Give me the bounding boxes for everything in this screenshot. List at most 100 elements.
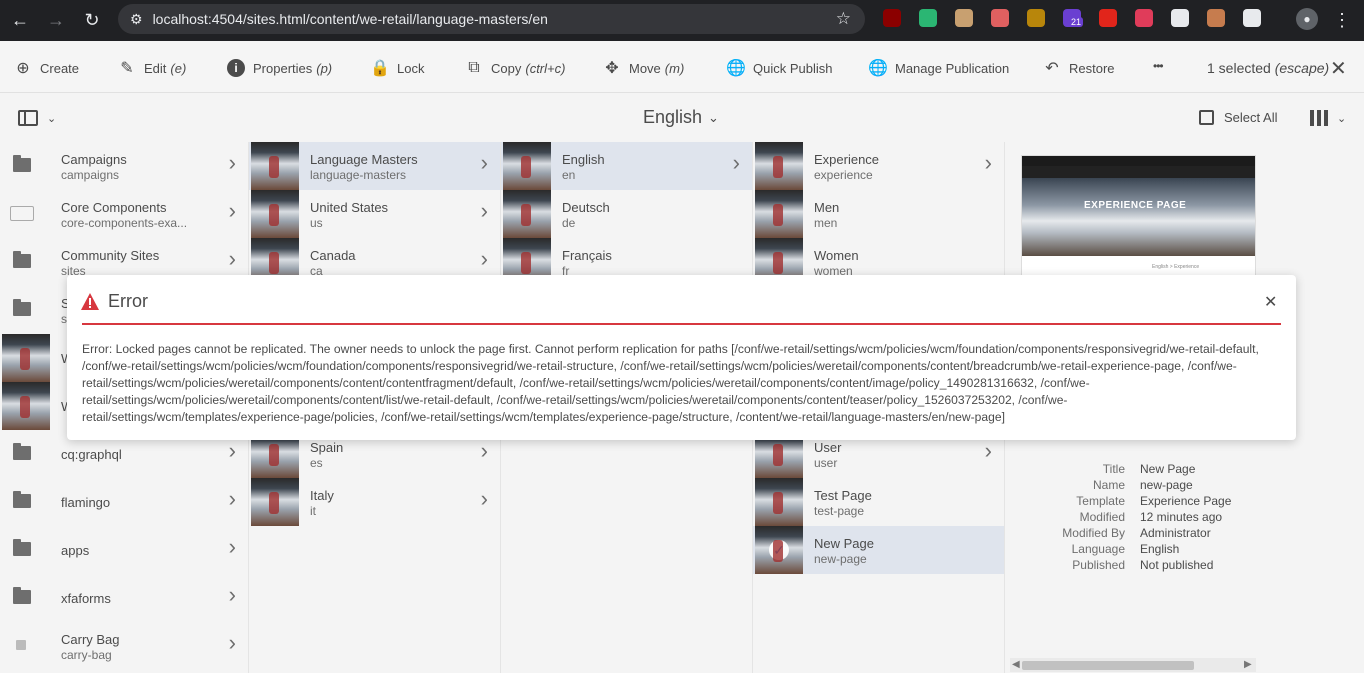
- meta-key: Template: [1076, 494, 1125, 508]
- site-info-icon[interactable]: ⚙: [130, 11, 143, 28]
- dialog-close-icon[interactable]: ✕: [1264, 292, 1277, 312]
- chevron-right-icon[interactable]: ›: [229, 438, 236, 464]
- chevron-right-icon[interactable]: ›: [733, 150, 740, 176]
- item-name: men: [814, 216, 838, 230]
- chevron-right-icon[interactable]: ›: [481, 486, 488, 512]
- item-name: test-page: [814, 504, 865, 518]
- list-item[interactable]: Carry Bag carry-bag ›: [0, 622, 248, 670]
- item-title: Carry Bag: [61, 632, 120, 647]
- pencil-icon: ✎: [120, 60, 134, 77]
- chevron-right-icon[interactable]: ›: [481, 438, 488, 464]
- puzzle-ext-icon[interactable]: [1243, 9, 1261, 27]
- chevron-right-icon[interactable]: ›: [481, 198, 488, 224]
- list-item[interactable]: apps ›: [0, 526, 248, 574]
- circle-ext-icon[interactable]: [1171, 9, 1189, 27]
- view-switcher-chevron-down-icon[interactable]: ⌄: [1337, 112, 1346, 125]
- owl-ext-icon[interactable]: [955, 9, 973, 27]
- list-item[interactable]: Core Components core-components-exa... ›: [0, 190, 248, 238]
- properties-button[interactable]: i Properties (p): [227, 59, 332, 77]
- extension-badge: 21: [1069, 17, 1084, 27]
- clear-selection-close-icon[interactable]: ✕: [1330, 56, 1347, 81]
- forward-arrow-icon[interactable]: →: [44, 8, 68, 32]
- browser-toolbar: ← → ↻ ⚙ localhost:4504/sites.html/conten…: [0, 0, 1364, 41]
- move-button[interactable]: ✥ Move (m): [603, 59, 684, 77]
- edit-button[interactable]: ✎ Edit (e): [118, 59, 186, 77]
- chevron-right-icon[interactable]: ›: [985, 150, 992, 176]
- chevron-right-icon[interactable]: ›: [481, 150, 488, 176]
- properties-label: Properties: [253, 60, 313, 76]
- chevron-down-icon[interactable]: ⌄: [47, 112, 56, 125]
- page-thumbnail: [755, 478, 803, 526]
- rail-toggle-icon[interactable]: [18, 110, 38, 126]
- stack-ext-icon[interactable]: [1135, 9, 1153, 27]
- list-item[interactable]: Test Page test-page: [753, 478, 1004, 526]
- ublock-icon[interactable]: [883, 9, 901, 27]
- chevron-right-icon[interactable]: ›: [985, 438, 992, 464]
- page-icon: [16, 640, 26, 650]
- list-item[interactable]: xfaforms ›: [0, 574, 248, 622]
- edit-shortcut: (e): [170, 60, 187, 76]
- chevron-right-icon[interactable]: ›: [229, 630, 236, 656]
- list-item[interactable]: flamingo ›: [0, 478, 248, 526]
- item-title: Men: [814, 200, 840, 215]
- chevron-right-icon[interactable]: ›: [229, 198, 236, 224]
- alert-triangle-icon: [81, 293, 99, 310]
- more-actions-button[interactable]: •••: [1153, 59, 1164, 73]
- checkmark-icon[interactable]: ✓: [769, 540, 789, 560]
- list-item[interactable]: Campaigns campaigns ›: [0, 142, 248, 190]
- copy-button[interactable]: ⧉ Copy (ctrl+c): [465, 59, 565, 77]
- chevron-right-icon[interactable]: ›: [229, 534, 236, 560]
- scrollbar-thumb[interactable]: [1022, 661, 1194, 670]
- item-name: es: [310, 456, 323, 470]
- scroll-right-icon[interactable]: ▶: [1244, 659, 1252, 670]
- list-item[interactable]: United States us ›: [249, 190, 500, 238]
- chevron-right-icon[interactable]: ›: [229, 486, 236, 512]
- item-title: Deutsch: [562, 200, 610, 215]
- profile-avatar-icon[interactable]: ●: [1296, 8, 1318, 30]
- item-title: xfaforms: [61, 591, 111, 606]
- item-title: Women: [814, 248, 859, 263]
- page-thumbnail: [251, 190, 299, 238]
- cookie-ext-icon[interactable]: [1207, 9, 1225, 27]
- create-button[interactable]: ⊕ Create: [14, 59, 79, 77]
- item-name: experience: [814, 168, 873, 182]
- meta-value: Not published: [1140, 558, 1214, 572]
- eraser-ext-icon[interactable]: [991, 9, 1009, 27]
- quick-publish-button[interactable]: 🌐 Quick Publish: [726, 59, 832, 77]
- list-item[interactable]: Language Masters language-masters ›: [249, 142, 500, 190]
- browser-menu-icon[interactable]: ⋮: [1330, 8, 1354, 32]
- list-item[interactable]: ✓ New Page new-page: [753, 526, 1004, 574]
- horizontal-scrollbar[interactable]: ◀ ▶: [1010, 658, 1256, 672]
- list-item[interactable]: Deutsch de: [501, 190, 752, 238]
- item-title: Français: [562, 248, 612, 263]
- lock-button[interactable]: 🔒 Lock: [370, 59, 424, 77]
- list-item[interactable]: Men men: [753, 190, 1004, 238]
- chevron-right-icon[interactable]: ›: [229, 150, 236, 176]
- item-title: Language Masters: [310, 152, 418, 167]
- lion-ext-icon[interactable]: [1027, 9, 1045, 27]
- chevron-right-icon[interactable]: ›: [229, 246, 236, 272]
- restore-button[interactable]: ↶ Restore: [1043, 59, 1114, 77]
- back-arrow-icon[interactable]: ←: [8, 8, 32, 32]
- list-item[interactable]: Italy it ›: [249, 478, 500, 526]
- chevron-right-icon[interactable]: ›: [481, 246, 488, 272]
- title-chevron-down-icon[interactable]: ⌄: [708, 110, 719, 126]
- address-bar[interactable]: ⚙ localhost:4504/sites.html/content/we-r…: [118, 4, 865, 34]
- list-item[interactable]: English en ›: [501, 142, 752, 190]
- properties-shortcut: (p): [316, 60, 333, 76]
- list-item[interactable]: Experience experience ›: [753, 142, 1004, 190]
- bookmark-star-icon[interactable]: ☆: [836, 9, 851, 29]
- select-all-button[interactable]: Select All: [1199, 110, 1277, 125]
- scroll-left-icon[interactable]: ◀: [1012, 659, 1020, 670]
- column-view-icon[interactable]: [1310, 110, 1328, 126]
- chevron-right-icon[interactable]: ›: [229, 582, 236, 608]
- diamond-ext-icon[interactable]: [919, 9, 937, 27]
- manage-publication-button[interactable]: 🌐 Manage Publication: [868, 59, 1009, 77]
- badge-ext-icon[interactable]: 21: [1063, 9, 1084, 27]
- folder-icon: [13, 155, 31, 172]
- reload-icon[interactable]: ↻: [80, 8, 104, 32]
- meta-value: New Page: [1140, 462, 1196, 476]
- adobe-ext-icon[interactable]: [1099, 9, 1117, 27]
- item-name: user: [814, 456, 838, 470]
- page-thumbnail-preview: EXPERIENCE PAGE English > Experience: [1021, 155, 1256, 283]
